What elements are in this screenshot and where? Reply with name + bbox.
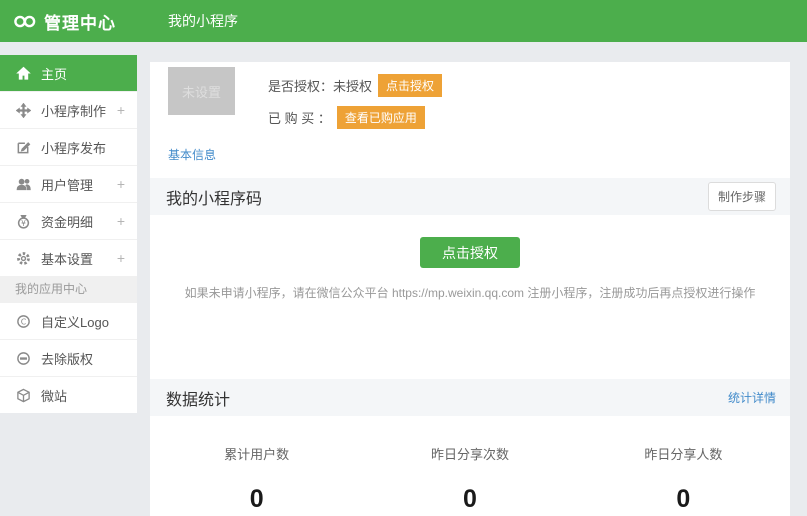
- purchased-label: 已 购 买 ：: [268, 108, 331, 127]
- sidebar-item-label: 基本设置: [41, 249, 93, 268]
- brand[interactable]: 管理中心: [0, 9, 142, 34]
- sidebar-item-user-management[interactable]: 用户管理 +: [0, 165, 137, 202]
- sidebar-item-remove-copyright[interactable]: 去除版权: [0, 339, 137, 376]
- register-hint-text: 如果未申请小程序，请在微信公众平台 https://mp.weixin.qq.c…: [150, 284, 790, 301]
- sidebar-item-label: 微站: [41, 386, 67, 405]
- stats-row: 累计用户数 0 昨日分享次数 0 昨日分享人数 0: [150, 444, 790, 514]
- stats-details-link[interactable]: 统计详情: [728, 389, 776, 406]
- click-authorize-button[interactable]: 点击授权: [420, 237, 520, 268]
- stat-value: 0: [577, 485, 790, 514]
- sidebar-item-label: 用户管理: [41, 175, 93, 194]
- app-header: 管理中心 我的小程序: [0, 0, 807, 42]
- stat-label: 昨日分享人数: [577, 444, 790, 463]
- production-steps-button[interactable]: 制作步骤: [708, 182, 776, 211]
- sidebar-item-basic-settings[interactable]: 基本设置 +: [0, 239, 137, 276]
- sidebar-section-title: 我的应用中心: [0, 276, 137, 302]
- qrcode-section-header: 我的小程序码 制作步骤: [150, 178, 790, 215]
- cube-icon: [15, 388, 31, 403]
- svg-text:C: C: [20, 317, 26, 326]
- sidebar-item-label: 自定义Logo: [41, 312, 109, 331]
- home-icon: [15, 66, 31, 81]
- stat-label: 昨日分享次数: [363, 444, 576, 463]
- minus-circle-icon: [15, 351, 31, 366]
- funds-icon: ¥: [15, 214, 31, 229]
- stat-label: 累计用户数: [150, 444, 363, 463]
- settings-icon: [15, 251, 31, 266]
- stat-yesterday-sharers: 昨日分享人数 0: [577, 444, 790, 514]
- sidebar-item-label: 小程序制作: [41, 101, 106, 120]
- logo-icon: [13, 14, 37, 29]
- qrcode-section-title: 我的小程序码: [166, 185, 262, 209]
- expand-icon[interactable]: +: [117, 250, 125, 266]
- stat-total-users: 累计用户数 0: [150, 444, 363, 514]
- sidebar: 主页 小程序制作 + 小程序发布 用户管理 +: [0, 55, 137, 413]
- expand-icon[interactable]: +: [117, 102, 125, 118]
- copyright-icon: C: [15, 314, 31, 329]
- profile-block: 未设置 是否授权：未授权 点击授权 已 购 买 ： 查看已购应用 基本信息: [150, 62, 790, 164]
- basic-info-link[interactable]: 基本信息: [168, 146, 216, 163]
- svg-text:¥: ¥: [21, 218, 26, 227]
- stats-section-title: 数据统计: [166, 386, 230, 410]
- sidebar-item-home[interactable]: 主页: [0, 55, 137, 91]
- stats-section-header: 数据统计 统计详情: [150, 379, 790, 416]
- brand-title: 管理中心: [44, 9, 116, 34]
- sidebar-item-miniprogram-create[interactable]: 小程序制作 +: [0, 91, 137, 128]
- stat-yesterday-shares: 昨日分享次数 0: [363, 444, 576, 514]
- sidebar-item-custom-logo[interactable]: C 自定义Logo: [0, 302, 137, 339]
- expand-icon[interactable]: +: [117, 176, 125, 192]
- stat-value: 0: [363, 485, 576, 514]
- auth-status-label: 是否授权：未授权: [268, 76, 372, 95]
- app-thumbnail: 未设置: [168, 67, 235, 115]
- sidebar-item-label: 资金明细: [41, 212, 93, 231]
- main-content: 未设置 是否授权：未授权 点击授权 已 购 买 ： 查看已购应用 基本信息 我的…: [150, 62, 790, 516]
- move-icon: [15, 103, 31, 118]
- expand-icon[interactable]: +: [117, 213, 125, 229]
- sidebar-item-label: 去除版权: [41, 349, 93, 368]
- publish-icon: [15, 140, 31, 155]
- users-icon: [15, 177, 31, 192]
- stat-value: 0: [150, 485, 363, 514]
- view-purchased-apps-button[interactable]: 查看已购应用: [337, 106, 425, 129]
- sidebar-item-miniprogram-publish[interactable]: 小程序发布: [0, 128, 137, 165]
- sidebar-item-microsite[interactable]: 微站: [0, 376, 137, 413]
- sidebar-item-funds-detail[interactable]: ¥ 资金明细 +: [0, 202, 137, 239]
- sidebar-item-label: 小程序发布: [41, 138, 106, 157]
- authorize-button[interactable]: 点击授权: [378, 74, 442, 97]
- sidebar-item-label: 主页: [41, 64, 67, 83]
- nav-my-miniprogram[interactable]: 我的小程序: [156, 0, 250, 42]
